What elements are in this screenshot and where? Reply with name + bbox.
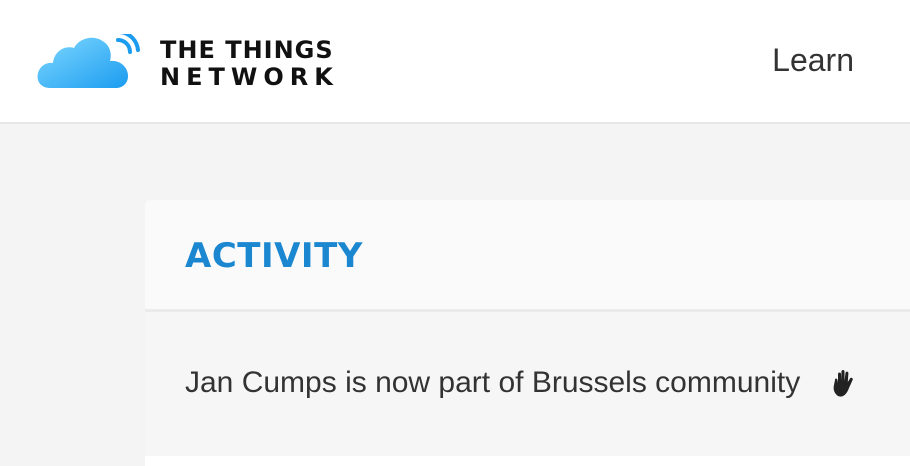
nav-link-learn[interactable]: Learn bbox=[772, 42, 854, 79]
top-navigation-bar: THE THINGS NETWORK Learn bbox=[0, 0, 910, 124]
cloud-logo-icon bbox=[37, 34, 140, 88]
activity-title: ACTIVITY bbox=[185, 236, 363, 276]
logo-wordmark-line1: THE THINGS bbox=[160, 36, 334, 64]
site-logo[interactable]: THE THINGS NETWORK bbox=[36, 34, 336, 94]
activity-panel-header: ACTIVITY bbox=[145, 200, 910, 312]
activity-item-text: Jan Cumps is now part of Brussels commun… bbox=[185, 366, 801, 399]
logo-wordmark-line2: NETWORK bbox=[160, 63, 339, 91]
activity-panel: ACTIVITY bbox=[145, 200, 910, 466]
waving-hand-icon bbox=[833, 370, 853, 397]
next-panel-edge bbox=[145, 456, 910, 466]
logo-wordmark: THE THINGS NETWORK bbox=[160, 38, 339, 89]
activity-list-item[interactable]: Jan Cumps is now part of Brussels commun… bbox=[185, 366, 905, 406]
